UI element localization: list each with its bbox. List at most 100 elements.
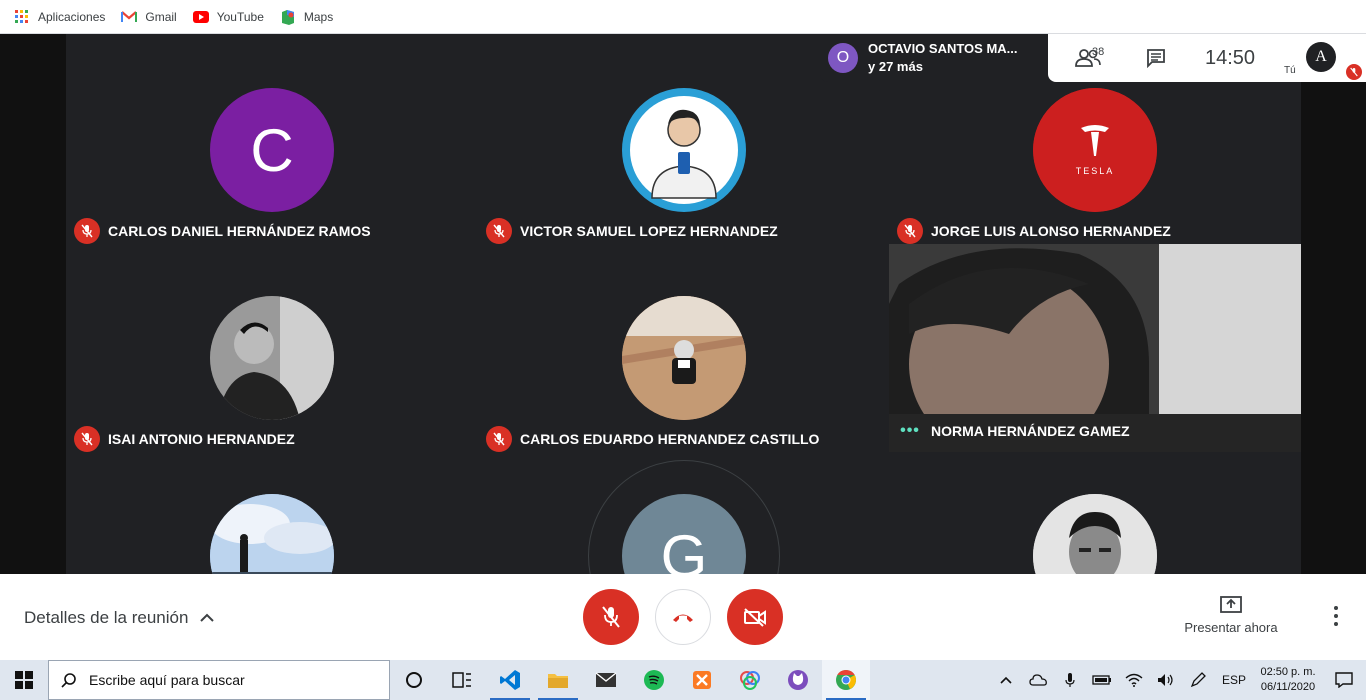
mic-off-icon (602, 606, 620, 628)
leave-call-button[interactable] (655, 589, 711, 645)
meeting-top-panel: 38 14:50 Tú A (1048, 34, 1366, 82)
notification-icon (1335, 672, 1353, 688)
meeting-details-button[interactable]: Detalles de la reunión (24, 608, 215, 628)
avatar-initial: C (250, 116, 294, 184)
bookmark-label: Aplicaciones (38, 9, 106, 24)
participant-name-label: JORGE LUIS ALONSO HERNANDEZ (897, 218, 1171, 244)
mic-off-icon (897, 218, 923, 244)
pen-tray[interactable] (1182, 660, 1214, 700)
task-view-button[interactable] (438, 660, 486, 700)
avatar (210, 494, 334, 574)
mic-off-icon (74, 218, 100, 244)
participant-tile[interactable] (66, 452, 477, 574)
start-button[interactable] (0, 660, 48, 700)
participant-tile[interactable]: G (478, 452, 889, 574)
camera-toggle-button[interactable] (727, 589, 783, 645)
mic-off-icon (486, 426, 512, 452)
taskbar-search-box[interactable]: Escribe aquí para buscar (48, 660, 390, 700)
bookmark-aplicaciones[interactable]: Aplicaciones (14, 9, 105, 25)
bookmark-label: Gmail (145, 9, 177, 24)
tesla-wordmark: TESLA (1076, 166, 1115, 176)
participant-name-label: ISAI ANTONIO HERNANDEZ (74, 426, 295, 452)
more-options-button[interactable] (1326, 606, 1346, 630)
taskbar-app-explorer[interactable] (534, 660, 582, 700)
bookmark-gmail[interactable]: Gmail (121, 9, 177, 25)
hang-up-icon (673, 614, 693, 622)
taskbar-app-chrome[interactable] (822, 660, 870, 700)
participants-button[interactable]: 38 (1048, 34, 1128, 82)
maps-icon (280, 9, 296, 25)
self-avatar: A (1306, 42, 1336, 72)
folder-icon (548, 674, 568, 688)
avatar (622, 88, 746, 212)
windows-taskbar: Escribe aquí para buscar ESP 02:50 p. m.… (0, 660, 1366, 700)
chevron-up-icon (200, 613, 215, 622)
avatar: C (210, 88, 334, 212)
volume-tray[interactable] (1150, 660, 1182, 700)
notifications-button[interactable] (1322, 660, 1366, 700)
presenter-more: y 27 más (868, 59, 923, 74)
participant-name: CARLOS DANIEL HERNÁNDEZ RAMOS (108, 223, 371, 239)
taskbar-app-cat[interactable] (774, 660, 822, 700)
mic-toggle-button[interactable] (583, 589, 639, 645)
bookmark-youtube[interactable]: YouTube (192, 9, 264, 25)
tray-expand-button[interactable] (990, 660, 1022, 700)
gmail-icon (121, 9, 138, 25)
speaking-indicator-icon: ••• (900, 422, 920, 439)
taskbar-app-xampp[interactable] (678, 660, 726, 700)
taskbar-date: 06/11/2020 (1260, 681, 1316, 693)
mic-off-icon (486, 218, 512, 244)
mic-off-icon (74, 426, 100, 452)
avatar (210, 296, 334, 420)
mic-off-icon (1346, 64, 1362, 80)
participant-name: ISAI ANTONIO HERNANDEZ (108, 431, 295, 447)
cat-app-icon (788, 670, 808, 690)
cat-photo-icon (622, 296, 746, 420)
mail-icon (595, 672, 617, 687)
participant-name: JORGE LUIS ALONSO HERNANDEZ (931, 223, 1171, 239)
pen-icon (1190, 672, 1206, 688)
participant-tile[interactable]: C CARLOS DANIEL HERNÁNDEZ RAMOS (66, 44, 477, 252)
wifi-tray[interactable] (1118, 660, 1150, 700)
presenter-pill[interactable]: O OCTAVIO SANTOS MA... y 27 más (820, 34, 1050, 82)
self-preview[interactable]: Tú A (1276, 34, 1366, 82)
participant-tile[interactable]: CARLOS EDUARDO HERNANDEZ CASTILLO (478, 252, 889, 460)
vscode-icon (500, 670, 520, 690)
mic-tray[interactable] (1054, 660, 1086, 700)
cortana-button[interactable] (390, 660, 438, 700)
participant-name-label: CARLOS DANIEL HERNÁNDEZ RAMOS (74, 218, 371, 244)
participant-video-tile[interactable]: ••• NORMA HERNÁNDEZ GAMEZ (889, 244, 1301, 452)
chat-button[interactable] (1128, 34, 1184, 82)
tesla-logo-icon: TESLA (1033, 88, 1157, 212)
meeting-controls-bar: Detalles de la reunión Presentar ahora (0, 574, 1366, 660)
spotify-icon (644, 670, 664, 690)
battery-icon (1092, 675, 1111, 685)
participant-tile[interactable]: ISAI ANTONIO HERNANDEZ (66, 252, 477, 460)
person-photo-icon (210, 296, 334, 420)
bookmark-label: YouTube (216, 9, 264, 24)
taskbar-time: 02:50 p. m. (1260, 666, 1316, 678)
battery-tray[interactable] (1086, 660, 1118, 700)
meeting-clock: 14:50 (1204, 46, 1256, 69)
participant-name-label: ••• NORMA HERNÁNDEZ GAMEZ (897, 418, 1130, 444)
taskbar-app-photos[interactable] (726, 660, 774, 700)
person-photo-icon (1033, 494, 1157, 574)
language-indicator[interactable]: ESP (1214, 660, 1254, 700)
meeting-area: C CARLOS DANIEL HERNÁNDEZ RAMOS VICTOR S… (0, 34, 1366, 574)
present-screen-icon (1220, 596, 1242, 613)
search-icon (61, 673, 76, 688)
onedrive-tray[interactable] (1022, 660, 1054, 700)
participant-tile[interactable] (889, 452, 1300, 574)
taskbar-app-vscode[interactable] (486, 660, 534, 700)
youtube-icon (192, 9, 209, 25)
presenter-avatar: O (828, 43, 858, 73)
participant-name: CARLOS EDUARDO HERNANDEZ CASTILLO (520, 431, 820, 447)
present-now-button[interactable]: Presentar ahora (1176, 596, 1286, 635)
apps-grid-icon (14, 9, 30, 25)
taskbar-app-mail[interactable] (582, 660, 630, 700)
participant-name-label: CARLOS EDUARDO HERNANDEZ CASTILLO (486, 426, 819, 452)
presenter-name: OCTAVIO SANTOS MA... (868, 41, 1018, 56)
taskbar-clock[interactable]: 02:50 p. m. 06/11/2020 (1254, 665, 1322, 695)
bookmark-maps[interactable]: Maps (280, 9, 333, 25)
taskbar-app-spotify[interactable] (630, 660, 678, 700)
